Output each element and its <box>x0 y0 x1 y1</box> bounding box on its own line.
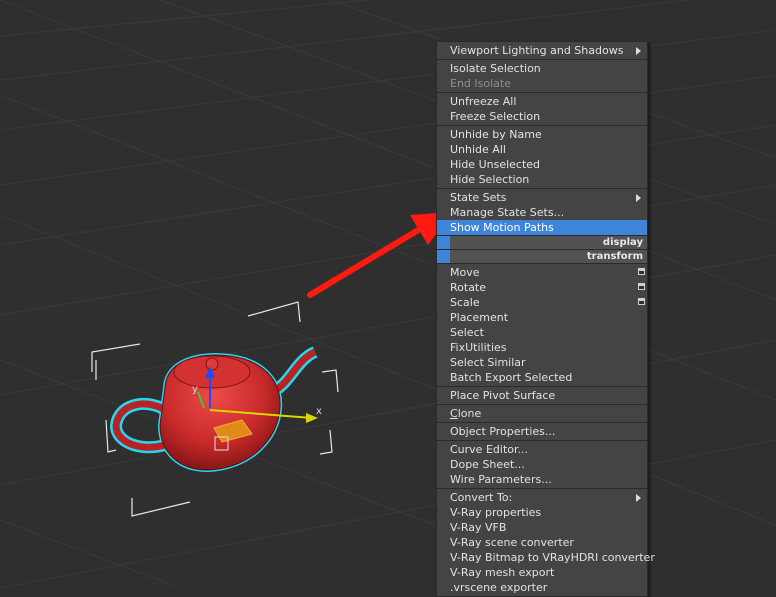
viewport-grid <box>0 0 776 588</box>
options-box-icon[interactable] <box>638 298 645 305</box>
menu-item-manage-state-sets[interactable]: Manage State Sets... <box>437 205 647 220</box>
quad-menu: Viewport Lighting and Shadows Isolate Se… <box>436 41 655 597</box>
menu-label: V-Ray scene converter <box>450 536 574 549</box>
menu-label: Rotate <box>450 281 487 294</box>
menu-label: Convert To: <box>450 491 513 504</box>
menu-section-hide: Unhide by Name Unhide All Hide Unselecte… <box>437 126 647 189</box>
menu-label: FixUtilities <box>450 341 507 354</box>
menu-section-isolate: Isolate Selection End Isolate <box>437 60 647 93</box>
menu-label: Curve Editor... <box>450 443 528 456</box>
options-box-icon[interactable] <box>638 268 645 275</box>
menu-label: Hide Unselected <box>450 158 541 171</box>
menu-label: Place Pivot Surface <box>450 389 556 402</box>
viewport[interactable]: y x <box>0 0 776 588</box>
menu-label: Batch Export Selected <box>450 371 573 384</box>
submenu-arrow-icon <box>636 194 641 202</box>
menu-item-batch-export-selected[interactable]: Batch Export Selected <box>437 370 647 385</box>
menu-item-state-sets[interactable]: State Sets <box>437 190 647 205</box>
menu-item-unhide-by-name[interactable]: Unhide by Name <box>437 127 647 142</box>
menu-section-properties: Object Properties... <box>437 423 647 441</box>
quad-header-strip <box>437 250 450 263</box>
menu-label: V-Ray properties <box>450 506 542 519</box>
menu-label: Unhide by Name <box>450 128 542 141</box>
menu-label: Select <box>450 326 484 339</box>
quad-header-label: transform <box>586 251 643 262</box>
menu-label: V-Ray VFB <box>450 521 507 534</box>
quad-header-label: display <box>602 237 643 248</box>
menu-item-place-pivot-surface[interactable]: Place Pivot Surface <box>437 388 647 403</box>
quad-header-strip <box>437 236 450 249</box>
menu-label: V-Ray mesh export <box>450 566 555 579</box>
menu-item-curve-editor[interactable]: Curve Editor... <box>437 442 647 457</box>
menu-section-clone: Clone <box>437 405 647 423</box>
quad-header-display[interactable]: display <box>437 235 647 250</box>
gizmo-x-label: x <box>316 406 322 417</box>
menu-label: Placement <box>450 311 509 324</box>
menu-item-vray-vfb[interactable]: V-Ray VFB <box>437 520 647 535</box>
quad-header-transform[interactable]: transform <box>437 250 647 264</box>
menu-label: Unhide All <box>450 143 506 156</box>
red-annotation-arrow <box>307 212 452 298</box>
menu-item-dope-sheet[interactable]: Dope Sheet... <box>437 457 647 472</box>
menu-item-convert-to[interactable]: Convert To: <box>437 490 647 505</box>
menu-label: Wire Parameters... <box>450 473 552 486</box>
options-box-icon[interactable] <box>638 283 645 290</box>
menu-item-select-similar[interactable]: Select Similar <box>437 355 647 370</box>
menu-label: Freeze Selection <box>450 110 541 123</box>
menu-label: Isolate Selection <box>450 62 541 75</box>
menu-item-vray-properties[interactable]: V-Ray properties <box>437 505 647 520</box>
menu-item-move[interactable]: Move <box>437 265 647 280</box>
menu-item-scale[interactable]: Scale <box>437 295 647 310</box>
menu-item-show-motion-paths[interactable]: Show Motion Paths <box>437 220 647 235</box>
menu-label: Select Similar <box>450 356 526 369</box>
menu-item-placement[interactable]: Placement <box>437 310 647 325</box>
menu-item-wire-parameters[interactable]: Wire Parameters... <box>437 472 647 487</box>
menu-item-end-isolate: End Isolate <box>437 76 647 91</box>
menu-label: Show Motion Paths <box>450 221 554 234</box>
menu-item-vray-mesh-export[interactable]: V-Ray mesh export <box>437 565 647 580</box>
menu-item-isolate-selection[interactable]: Isolate Selection <box>437 61 647 76</box>
gizmo-y-label: y <box>192 384 198 395</box>
menu-label: lone <box>457 407 482 420</box>
menu-label: Dope Sheet... <box>450 458 525 471</box>
menu-item-hide-selection[interactable]: Hide Selection <box>437 172 647 187</box>
menu-item-rotate[interactable]: Rotate <box>437 280 647 295</box>
menu-label: State Sets <box>450 191 507 204</box>
menu-item-freeze-selection[interactable]: Freeze Selection <box>437 109 647 124</box>
menu-label: Object Properties... <box>450 425 556 438</box>
menu-item-select[interactable]: Select <box>437 325 647 340</box>
menu-label: V-Ray Bitmap to VRayHDRI converter <box>450 551 655 564</box>
menu-mnemonic: C <box>450 407 458 420</box>
menu-section-convert: Convert To: V-Ray properties V-Ray VFB V… <box>437 489 655 596</box>
menu-item-unfreeze-all[interactable]: Unfreeze All <box>437 94 647 109</box>
menu-label: Unfreeze All <box>450 95 517 108</box>
submenu-arrow-icon <box>636 494 641 502</box>
menu-item-viewport-lighting-and-shadows[interactable]: Viewport Lighting and Shadows <box>437 43 647 58</box>
menu-item-hide-unselected[interactable]: Hide Unselected <box>437 157 647 172</box>
menu-label: Manage State Sets... <box>450 206 565 219</box>
menu-label: Viewport Lighting and Shadows <box>450 44 624 57</box>
menu-label: End Isolate <box>450 77 511 90</box>
submenu-arrow-icon <box>636 47 641 55</box>
menu-section-freeze: Unfreeze All Freeze Selection <box>437 93 647 126</box>
menu-item-fixutilities[interactable]: FixUtilities <box>437 340 647 355</box>
menu-item-vray-bitmap-to-vrayhdri[interactable]: V-Ray Bitmap to VRayHDRI converter <box>437 550 655 565</box>
menu-section-state-sets: State Sets Manage State Sets... Show Mot… <box>437 189 647 235</box>
menu-section-editors: Curve Editor... Dope Sheet... Wire Param… <box>437 441 647 489</box>
menu-section-pivot: Place Pivot Surface <box>437 387 647 405</box>
menu-item-object-properties[interactable]: Object Properties... <box>437 424 647 439</box>
menu-item-vray-scene-converter[interactable]: V-Ray scene converter <box>437 535 647 550</box>
menu-item-unhide-all[interactable]: Unhide All <box>437 142 647 157</box>
menu-item-clone[interactable]: Clone <box>437 406 647 421</box>
menu-label: Scale <box>450 296 480 309</box>
menu-label: Hide Selection <box>450 173 530 186</box>
menu-label: Move <box>450 266 480 279</box>
menu-section-lighting: Viewport Lighting and Shadows <box>437 42 647 60</box>
menu-section-transform: Move Rotate Scale Placement Select FixUt… <box>437 264 647 387</box>
